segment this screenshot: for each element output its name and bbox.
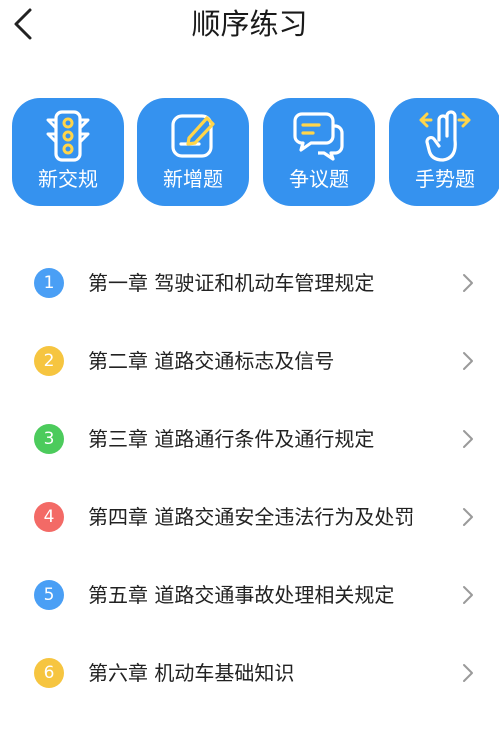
- category-gesture-questions-button[interactable]: 手势题: [389, 98, 499, 206]
- chevron-right-icon: [463, 430, 473, 448]
- chapter-row-4[interactable]: 4 第四章 道路交通安全违法行为及处罚: [0, 478, 499, 556]
- chevron-right-icon: [463, 508, 473, 526]
- chapter-label: 第六章 机动车基础知识: [88, 661, 295, 685]
- chevron-right-icon: [463, 274, 473, 292]
- chapter-label: 第四章 道路交通安全违法行为及处罚: [88, 505, 415, 529]
- app-header: 顺序练习: [0, 0, 499, 50]
- chapter-label: 第三章 道路通行条件及通行规定: [88, 427, 375, 451]
- chapter-number-badge: 4: [34, 502, 64, 532]
- category-label: 新增题: [163, 167, 223, 191]
- chapter-label: 第五章 道路交通事故处理相关规定: [88, 583, 395, 607]
- chevron-right-icon: [463, 664, 473, 682]
- page-title: 顺序练习: [191, 7, 308, 41]
- chapter-number-badge: 3: [34, 424, 64, 454]
- category-label: 新交规: [38, 167, 98, 191]
- chapter-number-badge: 2: [34, 346, 64, 376]
- chapter-row-1[interactable]: 1 第一章 驾驶证和机动车管理规定: [0, 244, 499, 322]
- chevron-right-icon: [463, 352, 473, 370]
- chapter-list: 1 第一章 驾驶证和机动车管理规定 2 第二章 道路交通标志及信号 3 第三章 …: [0, 244, 499, 712]
- chapter-row-3[interactable]: 3 第三章 道路通行条件及通行规定: [0, 400, 499, 478]
- chapter-row-5[interactable]: 5 第五章 道路交通事故处理相关规定: [0, 556, 499, 634]
- chapter-row-6[interactable]: 6 第六章 机动车基础知识: [0, 634, 499, 712]
- category-grid: 新交规 新增题 争议题 手势题: [0, 98, 499, 208]
- category-label: 手势题: [415, 167, 475, 191]
- chapter-row-2[interactable]: 2 第二章 道路交通标志及信号: [0, 322, 499, 400]
- category-new-questions-button[interactable]: 新增题: [137, 98, 249, 206]
- chapter-number-badge: 5: [34, 580, 64, 610]
- chapter-label: 第一章 驾驶证和机动车管理规定: [88, 271, 375, 295]
- chapter-number-badge: 1: [34, 268, 64, 298]
- category-label: 争议题: [289, 167, 349, 191]
- edit-note-icon: [171, 114, 215, 158]
- chevron-right-icon: [463, 586, 473, 604]
- traffic-light-icon: [46, 110, 90, 162]
- hand-gesture-icon: [419, 110, 471, 162]
- category-disputed-questions-button[interactable]: 争议题: [263, 98, 375, 206]
- chapter-label: 第二章 道路交通标志及信号: [88, 349, 335, 373]
- chapter-number-badge: 6: [34, 658, 64, 688]
- chat-bubbles-icon: [293, 112, 344, 161]
- category-new-rules-button[interactable]: 新交规: [12, 98, 124, 206]
